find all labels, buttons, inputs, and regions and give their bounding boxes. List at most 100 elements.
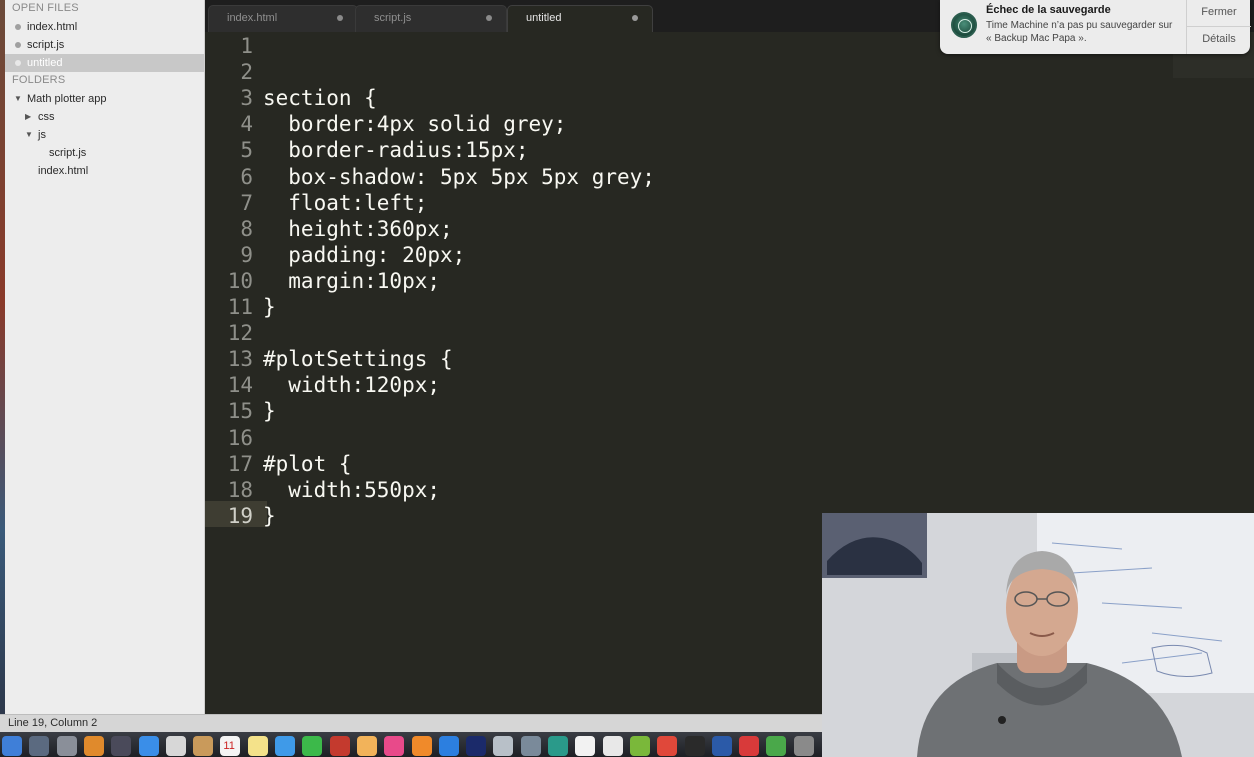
code-line[interactable]: } [263,294,276,320]
code-line[interactable]: width:120px; [263,372,440,398]
line-number: 10 [227,268,253,293]
textedit-icon[interactable] [602,736,623,756]
tab-label: untitled [526,12,562,24]
folder-math-plotter-app[interactable]: ▼ Math plotter app [5,90,204,108]
code-line[interactable]: #plot { [263,451,352,477]
code-line[interactable]: } [263,398,276,424]
code-line[interactable]: #plotSettings { [263,346,453,372]
code-line[interactable]: } [263,503,276,529]
triangle-down-icon[interactable]: ▼ [14,90,22,108]
open-file-label: script.js [27,39,65,51]
contacts-icon[interactable] [193,736,214,756]
code-line[interactable]: margin:10px; [263,268,440,294]
notes-icon[interactable] [247,736,268,756]
line-number: 12 [227,321,253,346]
line-number: 8 [240,216,253,241]
file-dot-icon [15,42,21,48]
file-label: script.js [49,147,87,159]
chrome-icon[interactable] [657,736,678,756]
photo-booth-icon[interactable] [329,736,350,756]
line-number: 1 [240,34,253,58]
facetime-icon[interactable] [302,736,323,756]
tab-label: index.html [227,12,278,24]
details-button[interactable]: Détails [1187,27,1251,54]
utilities-icon[interactable] [520,736,541,756]
file-index-html[interactable]: index.html [5,162,204,180]
tab-index-html[interactable]: index.html [208,5,358,32]
ibooks-icon[interactable] [411,736,432,756]
line-number: 7 [240,190,253,215]
tab-script-js[interactable]: script.js [355,5,507,32]
safari-icon[interactable] [138,736,159,756]
line-number: 3 [240,86,253,111]
line-number: 16 [227,425,253,450]
file-script-js[interactable]: script.js [5,144,204,162]
launchpad-icon[interactable] [29,736,50,756]
triangle-down-icon[interactable]: ▼ [25,126,33,144]
sidebar: OPEN FILES index.html script.js untitled… [5,0,205,714]
code-line[interactable]: padding: 20px; [263,242,465,268]
line-number: 13 [227,347,253,372]
line-number: 4 [240,112,253,137]
android-icon[interactable] [629,736,650,756]
notification-title: Échec de la sauvegarde [986,4,1111,16]
mission-control-icon[interactable] [111,736,132,756]
settings-icon[interactable] [793,736,814,756]
close-notification-button[interactable]: Fermer [1187,0,1251,27]
line-number: 5 [240,138,253,163]
tab-label: script.js [374,12,412,24]
calendar-icon[interactable]: 11 [220,736,241,756]
sublime-icon[interactable] [83,736,104,756]
line-number: 14 [227,373,253,398]
preview-icon[interactable] [493,736,514,756]
code-line[interactable]: float:left; [263,190,427,216]
folder-js[interactable]: ▼ js [5,126,204,144]
line-number: 18 [227,477,253,502]
line-number: 15 [227,399,253,424]
notification-banner[interactable]: Échec de la sauvegarde Time Machine n’a … [940,0,1251,54]
folders-heading: FOLDERS [12,74,66,86]
webcam-overlay [822,513,1254,757]
code-line[interactable]: section { [263,85,377,111]
unsaved-dot-icon[interactable] [337,15,343,21]
code-line[interactable]: width:550px; [263,477,440,503]
code-line[interactable]: height:360px; [263,216,452,242]
unsaved-dot-icon[interactable] [486,15,492,21]
tab-untitled[interactable]: untitled [507,5,653,32]
open-file-index-html[interactable]: index.html [5,18,204,36]
line-number: 17 [227,451,253,476]
piano-icon[interactable] [575,736,596,756]
open-file-untitled[interactable]: untitled [5,54,204,72]
itunes-icon[interactable] [384,736,405,756]
android-studio-icon[interactable] [766,736,787,756]
notification-body: Time Machine n’a pas pu sauvegarder sur … [986,20,1173,44]
open-file-script-js[interactable]: script.js [5,36,204,54]
messages-icon[interactable] [275,736,295,756]
time-machine-icon [951,12,977,38]
file-dot-icon [15,60,21,66]
apps-grid-icon[interactable] [165,736,186,756]
word-icon[interactable] [711,736,732,756]
open-file-label: untitled [27,57,63,69]
code-line[interactable]: border-radius:15px; [263,137,528,163]
scrivener-icon[interactable] [739,736,760,756]
photos-icon[interactable] [356,736,377,756]
app-store-icon[interactable] [438,736,459,756]
photoshop-icon[interactable] [466,736,487,756]
line-number: 19 [227,503,253,528]
terminal-icon[interactable] [684,736,705,756]
code-line[interactable]: border:4px solid grey; [263,111,566,137]
open-file-label: index.html [27,21,78,33]
finder-icon[interactable] [2,736,22,756]
calendar-day: 11 [223,740,235,752]
line-number: 6 [240,164,253,189]
unsaved-dot-icon[interactable] [632,15,638,21]
triangle-right-icon[interactable]: ▶ [25,108,31,126]
open-files-heading: OPEN FILES [12,2,79,14]
rocket-icon[interactable] [56,736,77,756]
code-line[interactable]: box-shadow: 5px 5px 5px grey; [263,164,655,190]
chrome-canary-icon[interactable] [548,736,568,756]
folder-css[interactable]: ▶ css [5,108,204,126]
notification-actions: Fermer Détails [1186,0,1251,54]
file-dot-icon [15,24,21,30]
